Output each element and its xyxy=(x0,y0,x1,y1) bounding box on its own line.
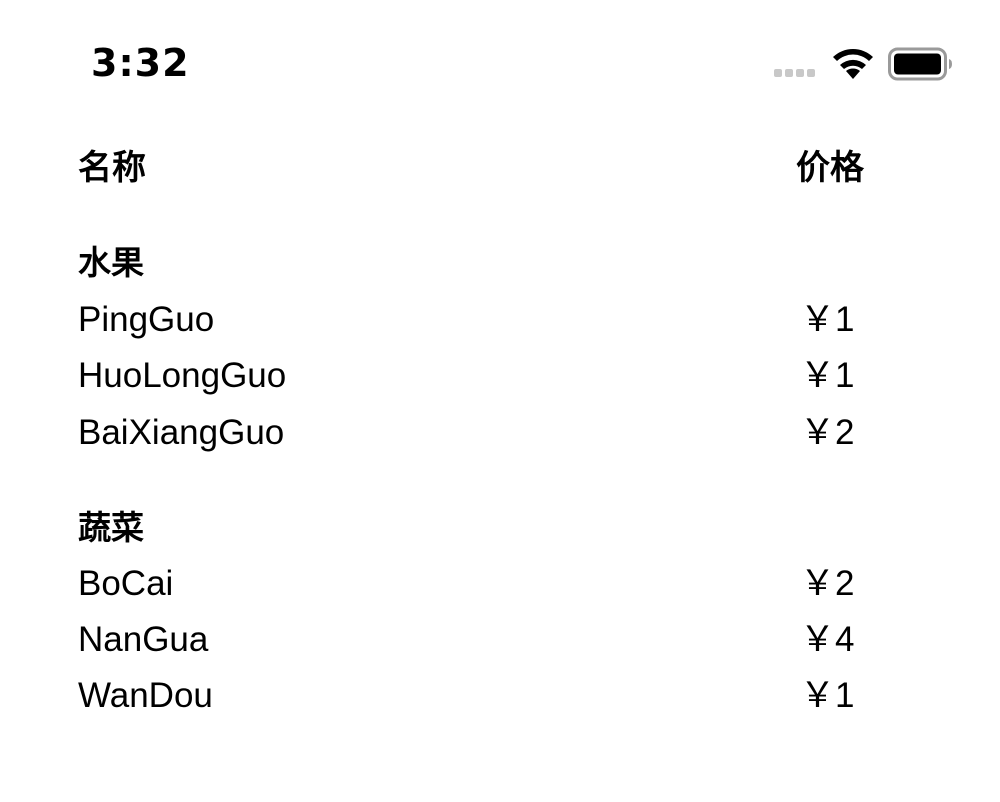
table-header: 名称 价格 xyxy=(78,145,938,195)
signal-icon xyxy=(774,69,820,78)
section-header-vegetables: 蔬菜 xyxy=(78,505,938,555)
section-title: 蔬菜 xyxy=(78,508,144,547)
item-price: ￥1 xyxy=(800,676,855,715)
item-name: PingGuo xyxy=(78,300,215,339)
section-title: 水果 xyxy=(78,243,144,282)
item-price: ￥1 xyxy=(800,300,855,339)
item-name: BoCai xyxy=(78,564,174,603)
header-name: 名称 xyxy=(78,148,146,188)
item-price: ￥1 xyxy=(800,356,855,395)
wifi-icon xyxy=(833,49,873,79)
item-name: NanGua xyxy=(78,620,209,659)
table-row[interactable]: HuoLongGuo ￥1 xyxy=(78,353,938,403)
item-name: BaiXiangGuo xyxy=(78,413,285,452)
table-row[interactable]: BoCai ￥2 xyxy=(78,561,938,611)
item-price: ￥2 xyxy=(800,564,855,603)
header-price: 价格 xyxy=(796,148,864,188)
battery-icon xyxy=(888,47,952,81)
table-row[interactable]: WanDou ￥1 xyxy=(78,673,938,723)
table-row[interactable]: BaiXiangGuo ￥2 xyxy=(78,410,938,460)
table-row[interactable]: PingGuo ￥1 xyxy=(78,297,938,347)
item-price: ￥2 xyxy=(800,413,855,452)
item-name: WanDou xyxy=(78,676,213,715)
item-price: ￥4 xyxy=(800,620,855,659)
status-time: 3:32 xyxy=(91,41,190,85)
item-name: HuoLongGuo xyxy=(78,356,287,395)
section-header-fruit: 水果 xyxy=(78,240,938,290)
table-row[interactable]: NanGua ￥4 xyxy=(78,617,938,667)
